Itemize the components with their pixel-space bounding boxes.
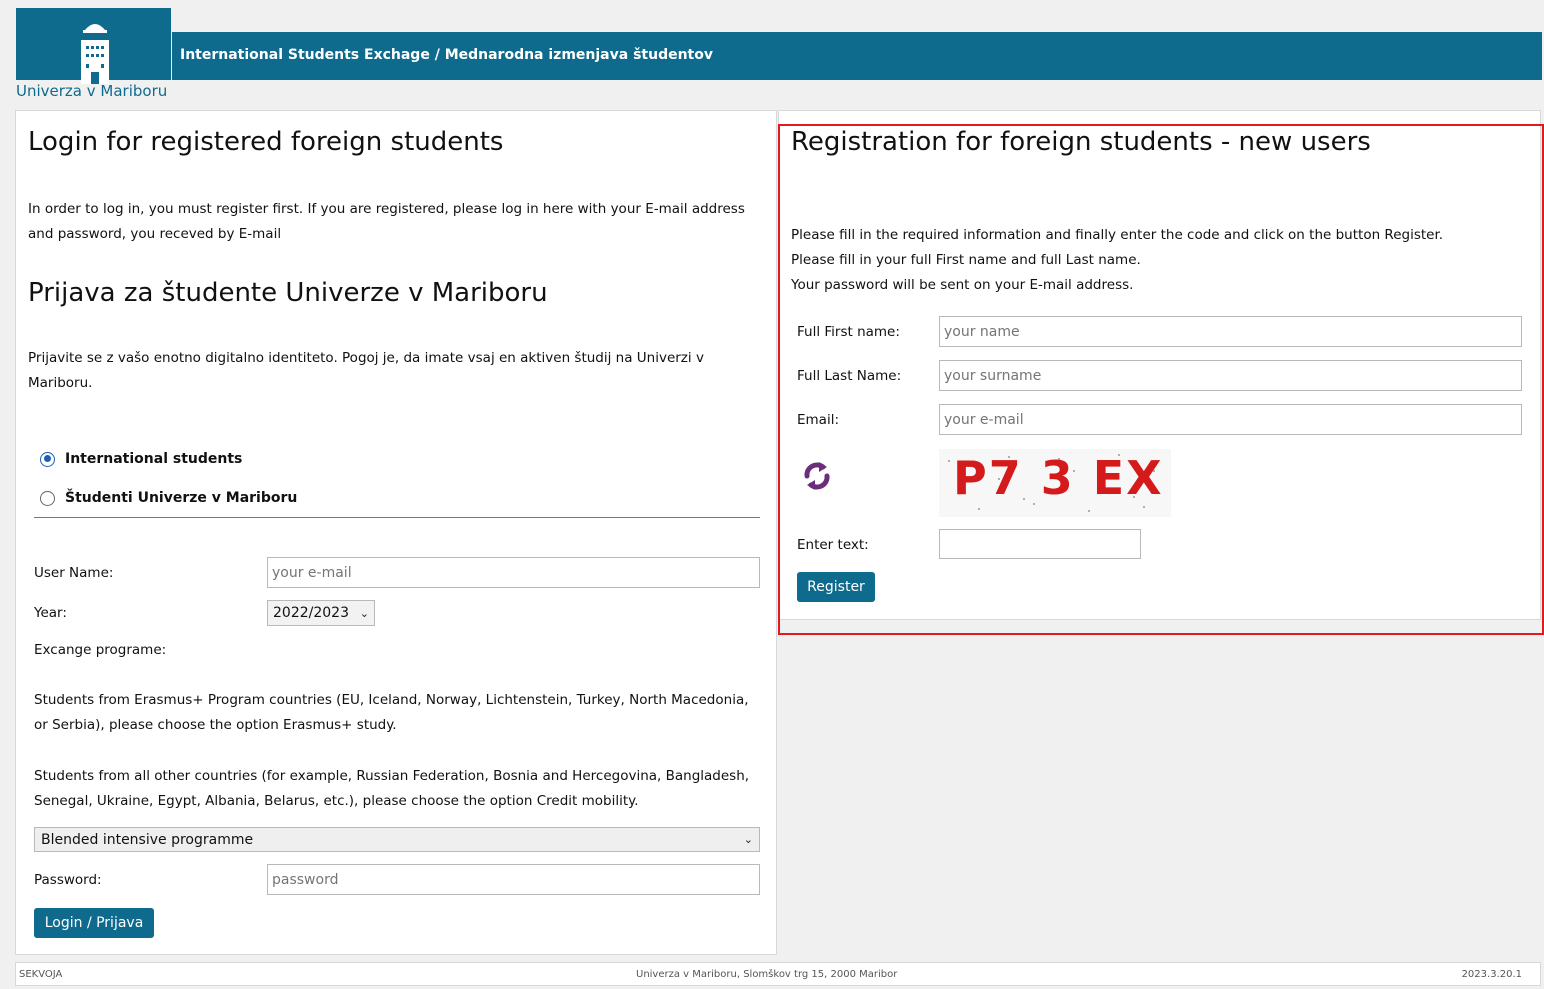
program-label: Excange programe: [34, 642, 167, 658]
header-title: International Students Exchage / Mednaro… [180, 47, 713, 63]
footer-version: 2023.3.20.1 [1461, 969, 1522, 980]
password-input[interactable] [267, 864, 760, 895]
refresh-captcha-icon[interactable] [799, 458, 835, 494]
divider [34, 517, 760, 518]
radio-um-students[interactable]: Študenti Univerze v Mariboru [40, 490, 297, 506]
register-button[interactable]: Register [797, 572, 875, 602]
radio-button[interactable] [40, 490, 55, 506]
other-info-line1: Students from all other countries (for e… [34, 768, 750, 784]
um-intro-line1: Prijavite se z vašo enotno digitalno ide… [28, 350, 704, 366]
login-intro-line2: and password, you receved by E-mail [28, 226, 282, 242]
registration-panel: Registration for foreign students - new … [778, 110, 1541, 620]
username-input[interactable] [267, 557, 760, 588]
radio-international-label: International students [65, 451, 243, 467]
email-label: Email: [797, 412, 840, 428]
registration-info-line1: Please fill in the required information … [791, 227, 1444, 243]
login-button[interactable]: Login / Prijava [34, 908, 154, 938]
login-panel: Login for registered foreign students In… [15, 110, 777, 955]
university-name[interactable]: Univerza v Mariboru [16, 82, 167, 100]
chevron-down-icon: ⌄ [359, 606, 369, 620]
erasmus-info-line2: or Serbia), please choose the option Era… [34, 717, 397, 733]
university-logo[interactable] [16, 8, 171, 84]
enter-text-label: Enter text: [797, 537, 869, 553]
year-value: 2022/2023 [273, 605, 349, 621]
email-input[interactable] [939, 404, 1522, 435]
footer-left: SEKVOJA [19, 969, 63, 980]
building-icon [81, 24, 109, 84]
captcha-text: P7 3 EX [953, 451, 1164, 505]
program-value: Blended intensive programme [41, 831, 254, 848]
first-name-input[interactable] [939, 316, 1522, 347]
login-heading: Login for registered foreign students [28, 127, 504, 157]
erasmus-info-line1: Students from Erasmus+ Program countries… [34, 692, 749, 708]
program-select[interactable]: Blended intensive programme ⌄ [34, 827, 760, 852]
year-select[interactable]: 2022/2023 ⌄ [267, 600, 375, 626]
radio-um-label: Študenti Univerze v Mariboru [65, 490, 298, 506]
chevron-down-icon: ⌄ [743, 833, 753, 846]
header-bar: International Students Exchage / Mednaro… [171, 32, 1542, 80]
first-name-label: Full First name: [797, 324, 900, 340]
last-name-input[interactable] [939, 360, 1522, 391]
login-intro-line1: In order to log in, you must register fi… [28, 201, 745, 217]
um-heading: Prijava za študente Univerze v Mariboru [28, 278, 548, 308]
captcha-image: P7 3 EX [939, 449, 1171, 517]
radio-button-checked[interactable] [40, 451, 55, 467]
um-intro-line2: Mariboru. [28, 375, 93, 391]
registration-info-line3: Your password will be sent on your E-mai… [791, 277, 1134, 293]
registration-heading: Registration for foreign students - new … [791, 127, 1371, 157]
registration-info-line2: Please fill in your full First name and … [791, 252, 1141, 268]
captcha-input[interactable] [939, 529, 1141, 559]
username-label: User Name: [34, 565, 114, 581]
radio-international-students[interactable]: International students [40, 451, 242, 467]
last-name-label: Full Last Name: [797, 368, 902, 384]
page-header: International Students Exchage / Mednaro… [16, 0, 1542, 110]
year-label: Year: [34, 605, 67, 621]
other-info-line2: Senegal, Ukraine, Egypt, Albania, Belaru… [34, 793, 639, 809]
password-label: Password: [34, 872, 102, 888]
page-footer: SEKVOJA Univerza v Mariboru, Slomškov tr… [15, 962, 1541, 986]
footer-address: Univerza v Mariboru, Slomškov trg 15, 20… [636, 969, 898, 980]
